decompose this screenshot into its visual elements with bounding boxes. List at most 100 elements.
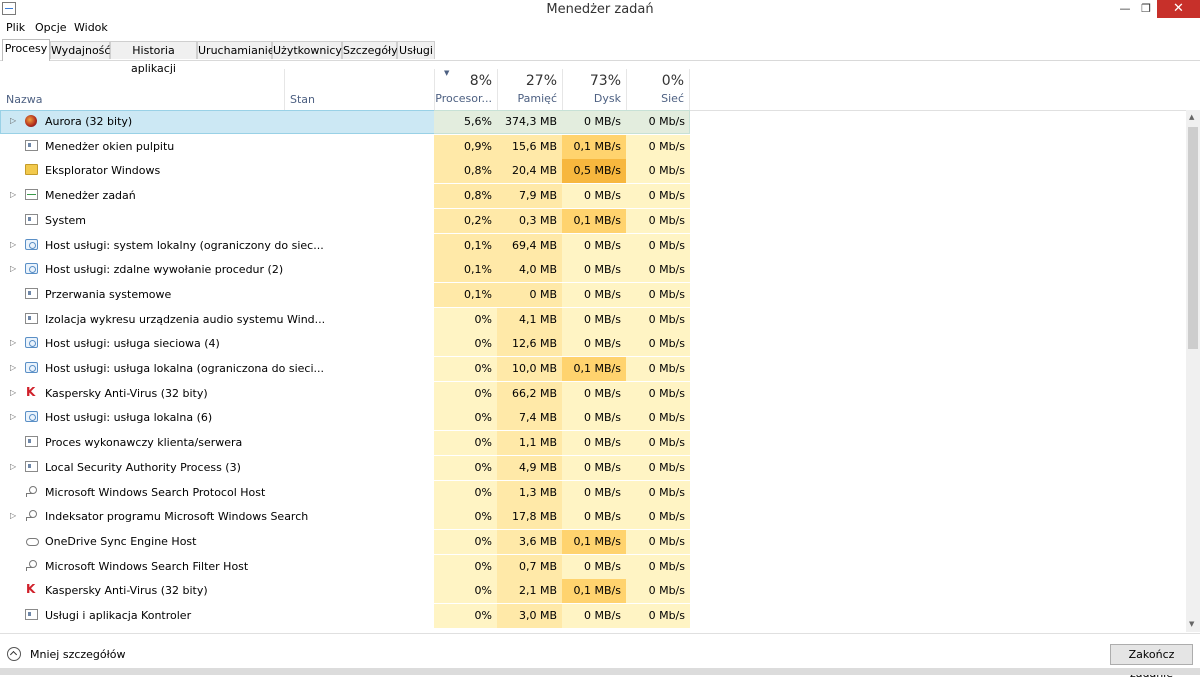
header-cpu[interactable]: ▼ 8% Procesor... [434,69,497,110]
tab-startup[interactable]: Uruchamianie [197,41,275,59]
column-header: Nazwa Stan ▼ 8% Procesor... 27% Pamięć 7… [0,69,1200,111]
header-disk[interactable]: 73% Dysk [562,69,626,110]
process-row[interactable]: 0,1% 4,0 MB 0 MB/s 0 Mb/s ▷ Host usługi: zdal… [0,258,1186,283]
process-row[interactable]: 0% 1,3 MB 0 MB/s 0 Mb/s Microsoft Windows Se… [0,480,1186,505]
process-row[interactable]: 0,2% 0,3 MB 0,1 MB/s 0 Mb/s System [0,208,1186,233]
tab-services[interactable]: Usługi [397,41,435,59]
header-name[interactable]: Nazwa [6,93,42,106]
memory-cell: 20,4 MB [497,159,562,184]
process-name: Indeksator programu Microsoft Windows Se… [45,510,309,524]
search-icon [25,485,38,497]
disk-cell: 0 MB/s [562,480,626,505]
process-row[interactable]: 0% 10,0 MB 0,1 MB/s 0 Mb/s ▷ Host usługi: usł… [0,357,1186,381]
process-row[interactable]: 0% 1,1 MB 0 MB/s 0 Mb/s Proces wykonawczy kl… [0,431,1186,456]
network-cell: 0 Mb/s [626,110,690,134]
menu-file[interactable]: Plik [6,21,25,34]
expand-arrow-icon[interactable]: ▷ [10,388,16,397]
expand-arrow-icon[interactable]: ▷ [10,264,16,273]
cpu-cell: 0,1% [434,282,497,307]
tab-details[interactable]: Szczegóły [342,41,398,59]
expand-arrow-icon[interactable]: ▷ [10,363,16,372]
process-row[interactable]: 0% 0,7 MB 0 MB/s 0 Mb/s Microsoft Windows Se… [0,554,1186,579]
process-name: OneDrive Sync Engine Host [45,534,197,548]
memory-cell: 7,9 MB [497,184,562,209]
cpu-cell: 0% [434,357,497,381]
expand-arrow-icon[interactable]: ▷ [10,462,16,471]
expand-arrow-icon[interactable]: ▷ [10,412,16,421]
cpu-cell: 0% [434,455,497,480]
taskbar [0,668,1200,675]
cpu-cell: 0% [434,406,497,431]
process-row[interactable]: 0% 3,6 MB 0,1 MB/s 0 Mb/s OneDrive Sync Engi… [0,529,1186,554]
network-cell: 0 Mb/s [626,480,690,505]
process-name: Menedżer zadań [45,189,136,203]
process-row[interactable]: 0% 3,0 MB 0 MB/s 0 Mb/s Usługi i aplikacja K… [0,604,1186,628]
expand-arrow-icon[interactable]: ▷ [10,338,16,347]
process-row[interactable]: 5,6% 374,3 MB 0 MB/s 0 Mb/s ▷ Aurora (32 bity… [0,110,1186,134]
process-row[interactable]: 0,8% 7,9 MB 0 MB/s 0 Mb/s ▷ Menedżer zadań [0,184,1186,209]
scroll-thumb[interactable] [1188,127,1198,349]
process-row[interactable]: 0% 4,1 MB 0 MB/s 0 Mb/s Izolacja wykresu urz… [0,307,1186,332]
process-row[interactable]: 0,1% 0 MB 0 MB/s 0 Mb/s Przerwania systemowe [0,282,1186,307]
disk-cell: 0 MB/s [562,282,626,307]
process-row[interactable]: 0,1% 69,4 MB 0 MB/s 0 Mb/s ▷ Host usługi: sys… [0,233,1186,258]
expand-arrow-icon[interactable]: ▷ [10,240,16,249]
cpu-cell: 0,1% [434,258,497,283]
scroll-down-arrow-icon[interactable]: ▼ [1189,620,1194,628]
process-row[interactable]: 0% 17,8 MB 0 MB/s 0 Mb/s ▷ Indeksator program… [0,505,1186,530]
expand-arrow-icon[interactable]: ▷ [10,511,16,520]
process-row[interactable]: 0,8% 20,4 MB 0,5 MB/s 0 Mb/s Eksplorator Win… [0,159,1186,184]
process-name: Proces wykonawczy klienta/serwera [45,436,243,450]
process-name: Menedżer okien pulpitu [45,139,175,153]
process-name: Aurora (32 bity) [45,115,133,128]
disk-cell: 0,1 MB/s [562,134,626,159]
end-task-button[interactable]: Zakończ zadanie [1110,644,1193,680]
menu-view[interactable]: Widok [74,21,108,34]
memory-total: 27% [525,73,557,89]
process-name: Kaspersky Anti-Virus (32 bity) [45,386,208,400]
expand-arrow-icon[interactable]: ▷ [10,190,16,199]
header-memory[interactable]: 27% Pamięć [497,69,562,110]
collapse-arrow-icon[interactable] [7,647,21,661]
window-title: Menedżer zadań [546,2,654,17]
memory-cell: 69,4 MB [497,233,562,258]
process-row[interactable]: 0,9% 15,6 MB 0,1 MB/s 0 Mb/s Menedżer okien … [0,134,1186,159]
process-name: System [45,213,87,227]
process-row[interactable]: 0%66,2 MB0 MB/s0 Mb/s ▷ Kaspersky Anti-Vir… [0,381,1186,406]
header-status-col[interactable]: Stan [284,69,434,110]
tab-app-history[interactable]: Historia aplikacji [110,41,197,75]
restore-button[interactable]: ❐ [1132,0,1160,18]
menu-options[interactable]: Opcje [35,21,67,34]
tab-users[interactable]: Użytkownicy [272,41,342,59]
process-row[interactable]: 0%2,1 MB0,1 MB/s0 Mb/s Kaspersky Anti-Vir… [0,579,1186,604]
process-row[interactable]: 0% 4,9 MB 0 MB/s 0 Mb/s ▷ Local Security Auth… [0,455,1186,480]
network-cell: 0 Mb/s [626,455,690,480]
network-cell: 0 Mb/s [626,184,690,209]
cloud-icon [25,535,39,546]
tab-bar: Procesy Wydajność Historia aplikacji Uru… [0,39,1200,75]
close-button[interactable]: ✕ [1157,0,1200,18]
disk-cell: 0 MB/s [562,505,626,530]
scroll-up-arrow-icon[interactable]: ▲ [1189,113,1194,121]
network-cell: 0 Mb/s [626,381,690,406]
header-status: Stan [290,93,316,106]
tab-performance[interactable]: Wydajność [50,41,110,59]
disk-cell: 0 MB/s [562,604,626,628]
header-network[interactable]: 0% Sieć [626,69,690,110]
network-cell: 0 Mb/s [626,431,690,456]
network-cell: 0 Mb/s [626,134,690,159]
process-row[interactable]: 0% 7,4 MB 0 MB/s 0 Mb/s ▷ Host usługi: usługa… [0,406,1186,431]
process-row[interactable]: 0% 12,6 MB 0 MB/s 0 Mb/s ▷ Host usługi: usług… [0,332,1186,357]
cpu-label: Procesor... [435,92,492,105]
fewer-details-link[interactable]: Mniej szczegółów [30,648,126,661]
memory-cell: 10,0 MB [497,357,562,381]
expand-arrow-icon[interactable]: ▷ [10,116,16,125]
disk-label: Dysk [593,92,621,105]
tab-processes[interactable]: Procesy [2,39,50,61]
window-icon [25,213,38,225]
vertical-scrollbar[interactable]: ▲ ▼ [1186,110,1200,632]
cpu-cell: 0% [434,579,497,604]
disk-cell: 0,5 MB/s [562,159,626,184]
disk-cell: 0 MB/s [562,110,626,134]
window-icon [25,287,38,299]
